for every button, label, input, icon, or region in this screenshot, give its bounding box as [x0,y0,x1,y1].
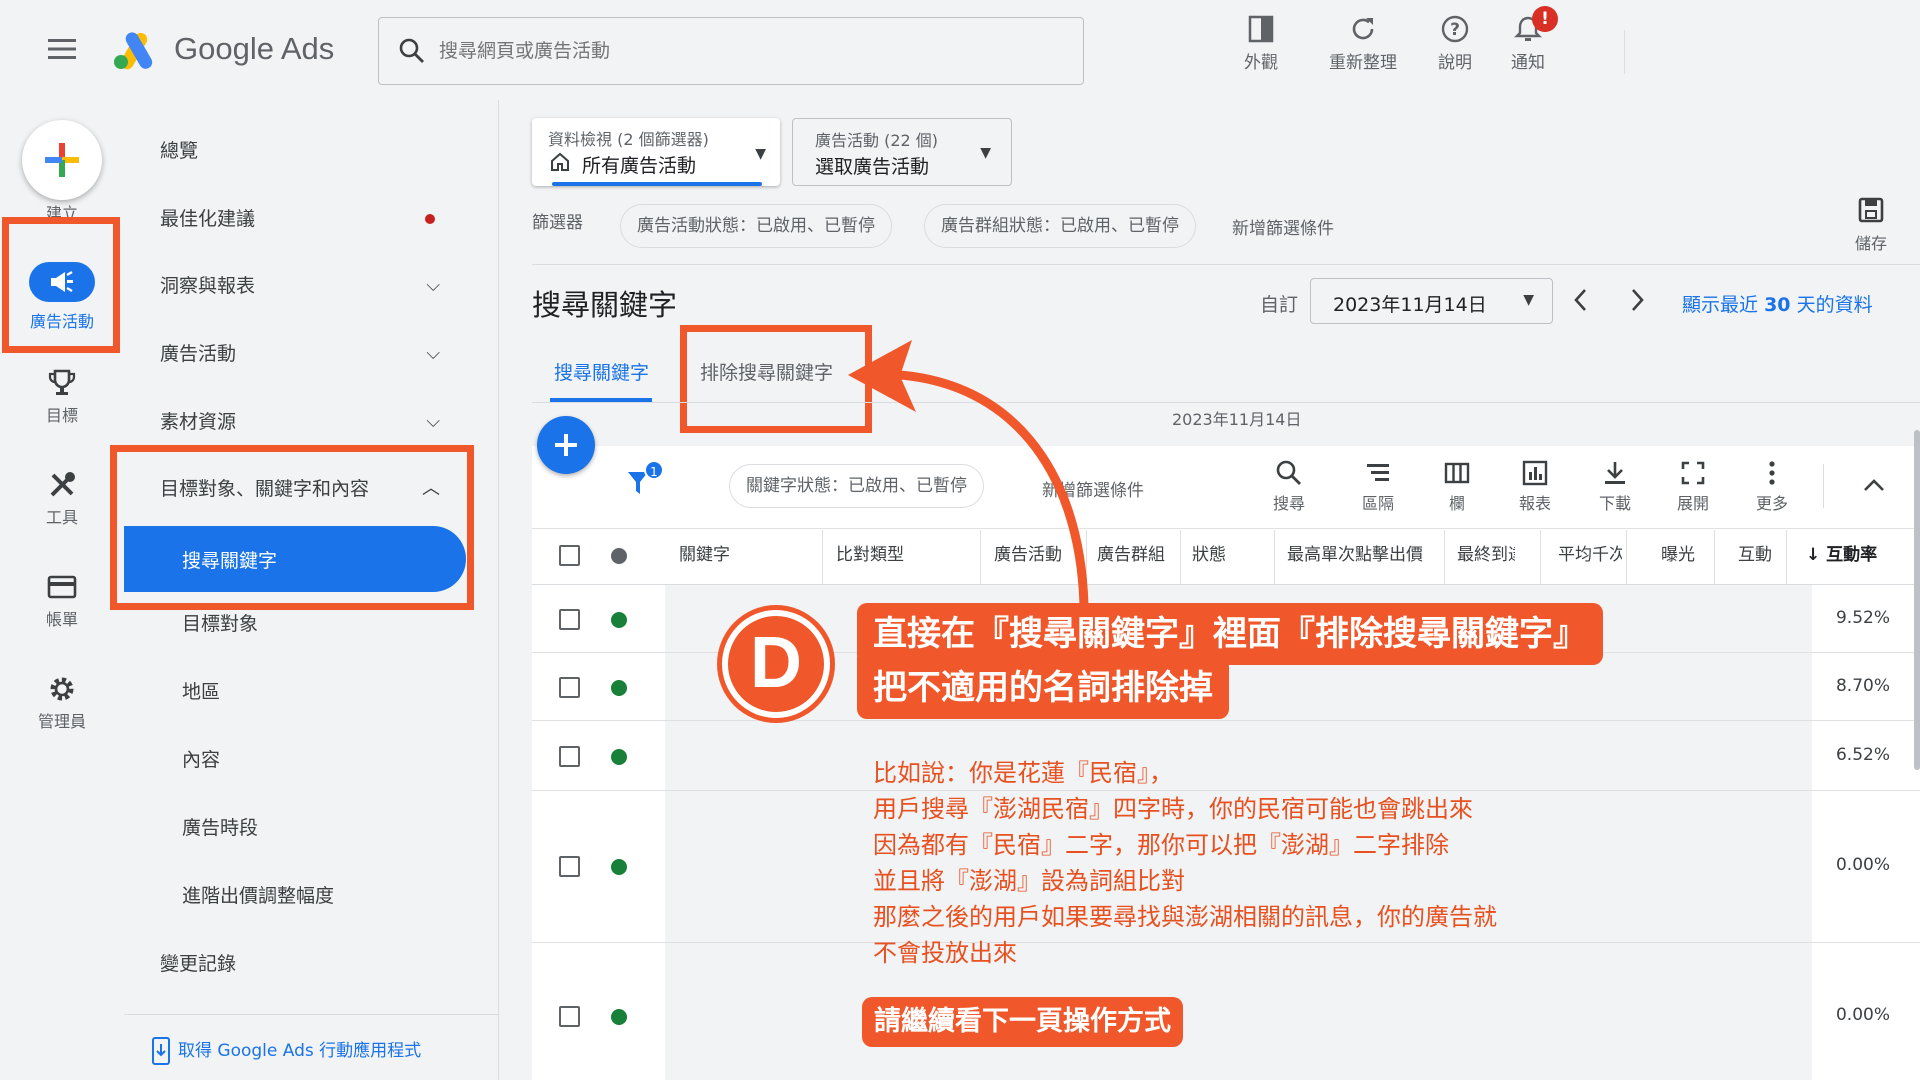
annotation-footer: 請繼續看下一頁操作方式 [862,997,1183,1047]
explanation-line: 比如說：你是花蓮『民宿』， [873,759,1173,787]
annotation-headline-1: 直接在『搜尋關鍵字』裡面『排除搜尋關鍵字』 [857,603,1603,665]
annotation-headline-2: 把不適用的名詞排除掉 [857,657,1229,719]
explanation-line: 不會投放出來 [873,939,1017,967]
explanation-line: 用戶搜尋『澎湖民宿』四字時，你的民宿可能也會跳出來 [873,795,1473,823]
explanation-line: 那麼之後的用戶如果要尋找與澎湖相關的訊息，你的廣告就 [873,903,1497,931]
explanation-line: 因為都有『民宿』二字，那你可以把『澎湖』二字排除 [873,831,1449,859]
annotation-explanation: 比如說：你是花蓮『民宿』， 用戶搜尋『澎湖民宿』四字時，你的民宿可能也會跳出來 … [873,755,1497,971]
explanation-line: 並且將『澎湖』設為詞組比對 [873,867,1185,895]
step-badge: D [722,610,830,718]
step-badge-letter: D [750,623,802,703]
